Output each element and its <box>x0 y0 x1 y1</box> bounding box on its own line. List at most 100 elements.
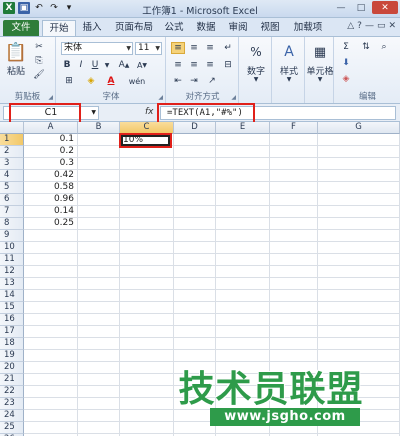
cell[interactable]: 0.3 <box>24 158 78 170</box>
cell[interactable] <box>270 194 318 206</box>
cell[interactable] <box>78 206 120 218</box>
percent-icon[interactable]: % <box>244 43 268 61</box>
row-header[interactable]: 23 <box>0 398 24 410</box>
cell[interactable] <box>174 206 216 218</box>
row-header[interactable]: 4 <box>0 170 24 182</box>
underline-button[interactable]: U <box>89 59 101 71</box>
cell[interactable] <box>120 422 174 434</box>
cell[interactable] <box>78 338 120 350</box>
cell[interactable] <box>78 278 120 290</box>
cell[interactable] <box>216 182 270 194</box>
cell[interactable] <box>318 290 400 302</box>
cells-icon[interactable]: ▦ <box>308 43 332 61</box>
cell[interactable] <box>270 242 318 254</box>
cell[interactable] <box>270 218 318 230</box>
row-header[interactable]: 13 <box>0 278 24 290</box>
cut-icon[interactable]: ✂ <box>32 41 46 53</box>
row-header[interactable]: 21 <box>0 374 24 386</box>
cell[interactable] <box>78 230 120 242</box>
align-top-icon[interactable]: ≡ <box>171 42 185 54</box>
row-header[interactable]: 9 <box>0 230 24 242</box>
cell[interactable] <box>174 302 216 314</box>
cell[interactable] <box>270 326 318 338</box>
align-right-icon[interactable]: ≡ <box>203 59 217 71</box>
tab-formulas[interactable]: 公式 <box>160 20 188 36</box>
column-header-e[interactable]: E <box>216 122 270 134</box>
cell[interactable] <box>78 374 120 386</box>
row-header[interactable]: 5 <box>0 182 24 194</box>
help-icon[interactable]: ? <box>357 21 362 31</box>
increase-font-icon[interactable]: A ▲ <box>117 59 131 71</box>
cell[interactable] <box>270 338 318 350</box>
cell[interactable] <box>270 158 318 170</box>
cell[interactable] <box>78 266 120 278</box>
format-painter-icon[interactable]: 🖌 <box>32 69 46 81</box>
cell[interactable] <box>318 242 400 254</box>
tab-home[interactable]: 开始 <box>42 20 76 36</box>
decrease-indent-icon[interactable]: ⇤ <box>171 75 185 87</box>
cell[interactable] <box>78 290 120 302</box>
cell[interactable] <box>78 134 120 146</box>
tab-data[interactable]: 数据 <box>192 20 220 36</box>
decrease-font-icon[interactable]: A ▼ <box>135 59 149 71</box>
cell[interactable] <box>120 194 174 206</box>
select-all-corner[interactable] <box>0 122 24 134</box>
wrap-text-icon[interactable]: ↵ <box>221 42 235 54</box>
cell[interactable] <box>318 302 400 314</box>
cell[interactable] <box>174 338 216 350</box>
cell[interactable] <box>216 218 270 230</box>
cell[interactable]: 0.96 <box>24 194 78 206</box>
cell[interactable] <box>318 326 400 338</box>
cell[interactable] <box>174 350 216 362</box>
fill-icon[interactable]: ⬇ <box>339 57 353 69</box>
cell[interactable] <box>174 158 216 170</box>
close-icon[interactable]: ✕ <box>372 1 398 14</box>
cell[interactable] <box>174 314 216 326</box>
column-header-b[interactable]: B <box>78 122 120 134</box>
cell[interactable] <box>120 374 174 386</box>
tab-insert[interactable]: 插入 <box>78 20 106 36</box>
cell[interactable] <box>78 194 120 206</box>
cell[interactable] <box>270 206 318 218</box>
window-restore-icon[interactable]: ▭ <box>377 21 386 31</box>
cell[interactable] <box>216 302 270 314</box>
cell[interactable] <box>120 350 174 362</box>
cell[interactable] <box>270 278 318 290</box>
clipboard-launcher-icon[interactable]: ◢ <box>48 94 53 101</box>
row-header[interactable]: 16 <box>0 314 24 326</box>
cell[interactable] <box>318 254 400 266</box>
cell[interactable] <box>318 218 400 230</box>
cell[interactable] <box>318 206 400 218</box>
clear-icon[interactable]: ◈ <box>339 73 353 85</box>
cell[interactable] <box>78 218 120 230</box>
cell[interactable] <box>78 146 120 158</box>
cell[interactable] <box>216 206 270 218</box>
cell[interactable] <box>120 266 174 278</box>
cell[interactable] <box>216 278 270 290</box>
row-header[interactable]: 22 <box>0 386 24 398</box>
cell[interactable] <box>24 290 78 302</box>
window-close-icon[interactable]: ✕ <box>388 21 396 31</box>
cell[interactable] <box>78 182 120 194</box>
row-header[interactable]: 17 <box>0 326 24 338</box>
row-header[interactable]: 6 <box>0 194 24 206</box>
cell[interactable] <box>318 182 400 194</box>
row-header[interactable]: 2 <box>0 146 24 158</box>
cell[interactable] <box>78 410 120 422</box>
cell[interactable] <box>174 170 216 182</box>
cell[interactable] <box>216 158 270 170</box>
insert-function-icon[interactable]: fx <box>145 107 154 117</box>
chevron-down-icon[interactable]: ▼ <box>314 75 326 83</box>
tab-review[interactable]: 审阅 <box>224 20 252 36</box>
cell[interactable] <box>174 134 216 146</box>
column-header-d[interactable]: D <box>174 122 216 134</box>
row-header[interactable]: 11 <box>0 254 24 266</box>
styles-icon[interactable]: A <box>277 43 301 61</box>
cell[interactable] <box>24 350 78 362</box>
cell[interactable] <box>24 398 78 410</box>
cell[interactable] <box>24 266 78 278</box>
cell[interactable] <box>270 350 318 362</box>
column-header-f[interactable]: F <box>270 122 318 134</box>
cell[interactable] <box>318 350 400 362</box>
cell[interactable] <box>318 170 400 182</box>
